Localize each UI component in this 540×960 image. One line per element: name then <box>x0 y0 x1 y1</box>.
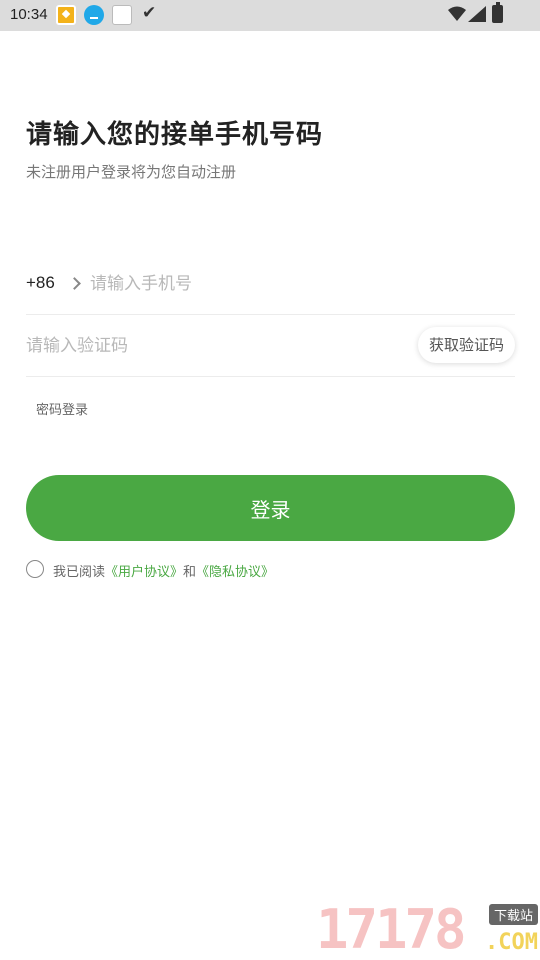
download-icon <box>84 5 104 25</box>
agree-radio[interactable] <box>26 560 44 578</box>
wifi-icon <box>448 6 466 21</box>
agreement-prefix: 我已阅读 <box>53 565 106 580</box>
password-login-link[interactable]: 密码登录 <box>36 399 88 418</box>
get-code-button[interactable]: 获取验证码 <box>417 327 515 363</box>
code-row: 获取验证码 <box>26 315 515 377</box>
status-time: 10:34 <box>10 6 48 23</box>
privacy-agreement-link[interactable]: 《隐私协议》 <box>196 565 274 580</box>
check-icon: ✔ <box>142 3 157 23</box>
app-notification-icon <box>56 5 76 25</box>
phone-row: +86 <box>26 253 515 315</box>
chevron-right-icon[interactable] <box>68 277 81 290</box>
agreement-conjunction: 和 <box>183 565 197 580</box>
watermark-suffix: .COM <box>485 930 538 955</box>
phone-input[interactable] <box>90 267 510 301</box>
login-button[interactable]: 登录 <box>26 475 515 541</box>
user-agreement-link[interactable]: 《用户协议》 <box>105 565 183 580</box>
watermark-badge: 下载站 <box>488 904 538 925</box>
signal-icon <box>468 6 486 22</box>
agreement-text: 我已阅读《用户协议》和《隐私协议》 <box>53 561 274 580</box>
battery-icon <box>492 2 503 23</box>
app-notification-icon <box>112 5 132 25</box>
status-bar: 10:34 ✔ <box>0 0 540 31</box>
country-code-selector[interactable]: +86 <box>26 273 55 293</box>
watermark-digits: 17178 <box>316 898 467 960</box>
page-subtitle: 未注册用户登录将为您自动注册 <box>26 163 237 181</box>
verification-code-input[interactable] <box>26 329 406 363</box>
page-title: 请输入您的接单手机号码 <box>26 120 324 150</box>
watermark-logo: 17178 下载站 .COM <box>316 900 540 960</box>
